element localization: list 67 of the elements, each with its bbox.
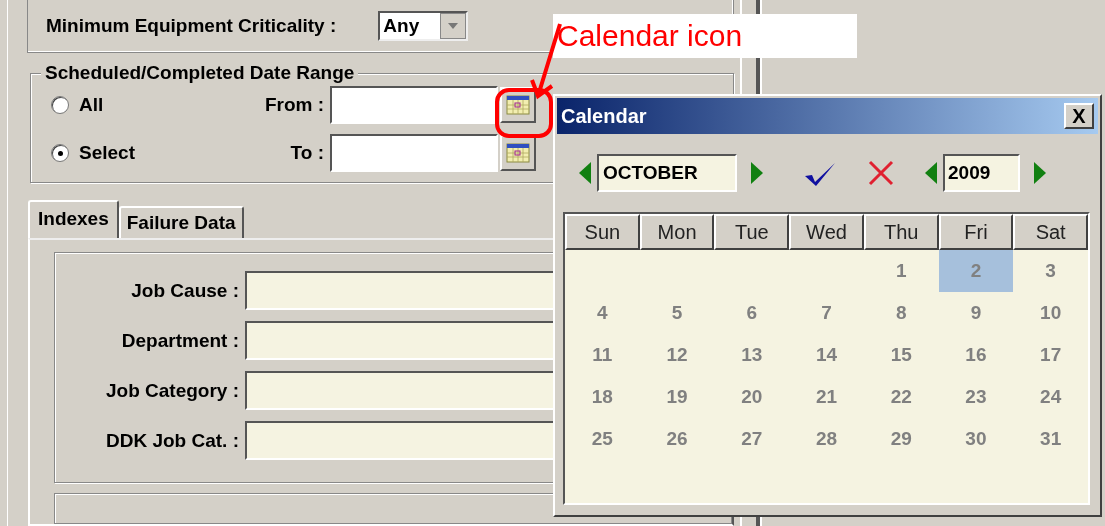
calendar-icon: [506, 95, 530, 115]
close-button[interactable]: X: [1064, 103, 1094, 129]
field-label: Department :: [120, 329, 239, 352]
year-field[interactable]: 2009: [943, 154, 1020, 192]
calendar-day[interactable]: 15: [863, 334, 939, 376]
month-field[interactable]: OCTOBER: [597, 154, 737, 192]
dialog-title: Calendar: [561, 104, 647, 128]
dropdown-arrow-icon: [448, 23, 459, 29]
calendar-day[interactable]: 9: [938, 292, 1014, 334]
calendar-day[interactable]: 31: [1013, 418, 1088, 460]
tab[interactable]: Indexes: [28, 200, 119, 238]
field-label: DDK Job Cat. :: [105, 429, 239, 452]
calendar-day[interactable]: 26: [639, 418, 715, 460]
calendar-day[interactable]: 16: [938, 334, 1014, 376]
calendar-day[interactable]: 11: [565, 334, 640, 376]
calendar-day[interactable]: 21: [789, 376, 864, 418]
radio-option[interactable]: Select: [51, 142, 191, 164]
next-month-icon[interactable]: [751, 162, 763, 184]
field-label: To :: [289, 142, 324, 164]
radio-option[interactable]: All: [51, 94, 191, 116]
calendar-day[interactable]: 6: [714, 292, 790, 334]
calendar-day[interactable]: 14: [789, 334, 864, 376]
calendar-day[interactable]: 7: [789, 292, 864, 334]
calendar-day[interactable]: 27: [714, 418, 790, 460]
checkmark-icon[interactable]: [803, 160, 837, 186]
criticality-dropdown[interactable]: Any: [378, 11, 469, 41]
calendar-day[interactable]: 25: [565, 418, 640, 460]
calendar-day[interactable]: 2: [938, 250, 1014, 292]
previous-year-icon[interactable]: [925, 162, 937, 184]
calendar-day[interactable]: 1: [863, 250, 939, 292]
calendar-day[interactable]: 17: [1013, 334, 1088, 376]
date-field[interactable]: [330, 134, 498, 172]
date-field[interactable]: [330, 86, 498, 124]
weekday-header: Mon: [639, 214, 715, 250]
calendar-day[interactable]: 30: [938, 418, 1014, 460]
field-label: Job Cause :: [130, 279, 239, 302]
calendar-day[interactable]: 18: [565, 376, 640, 418]
calendar-icon: [506, 143, 530, 163]
weekday-header: Tue: [714, 214, 790, 250]
weekday-header: Thu: [863, 214, 939, 250]
calendar-day[interactable]: 28: [789, 418, 864, 460]
calendar-day[interactable]: 29: [863, 418, 939, 460]
field-label: Job Category :: [104, 379, 239, 402]
calendar-day[interactable]: 5: [639, 292, 715, 334]
calendar-day[interactable]: 24: [1013, 376, 1088, 418]
calendar-day[interactable]: 10: [1013, 292, 1088, 334]
annotation-label: Calendar icon: [553, 14, 857, 58]
calendar-day[interactable]: 13: [714, 334, 790, 376]
weekday-header: Sun: [565, 214, 640, 250]
calendar-day[interactable]: 8: [863, 292, 939, 334]
calendar-day[interactable]: 20: [714, 376, 790, 418]
cancel-icon[interactable]: [867, 160, 895, 186]
calendar-day[interactable]: 22: [863, 376, 939, 418]
weekday-header: Wed: [789, 214, 864, 250]
previous-month-icon[interactable]: [579, 162, 591, 184]
field-label: From :: [263, 94, 324, 116]
weekday-header: Fri: [938, 214, 1014, 250]
calendar-day[interactable]: 4: [565, 292, 640, 334]
calendar-day[interactable]: 3: [1013, 250, 1088, 292]
next-year-icon[interactable]: [1034, 162, 1046, 184]
weekday-header: Sat: [1013, 214, 1088, 250]
field-label: Minimum Equipment Criticality :: [46, 15, 337, 37]
calendar-button[interactable]: [500, 135, 536, 171]
calendar-day[interactable]: 12: [639, 334, 715, 376]
calendar-day[interactable]: 19: [639, 376, 715, 418]
calendar-day[interactable]: 23: [938, 376, 1014, 418]
tab[interactable]: Failure Data: [118, 206, 244, 238]
